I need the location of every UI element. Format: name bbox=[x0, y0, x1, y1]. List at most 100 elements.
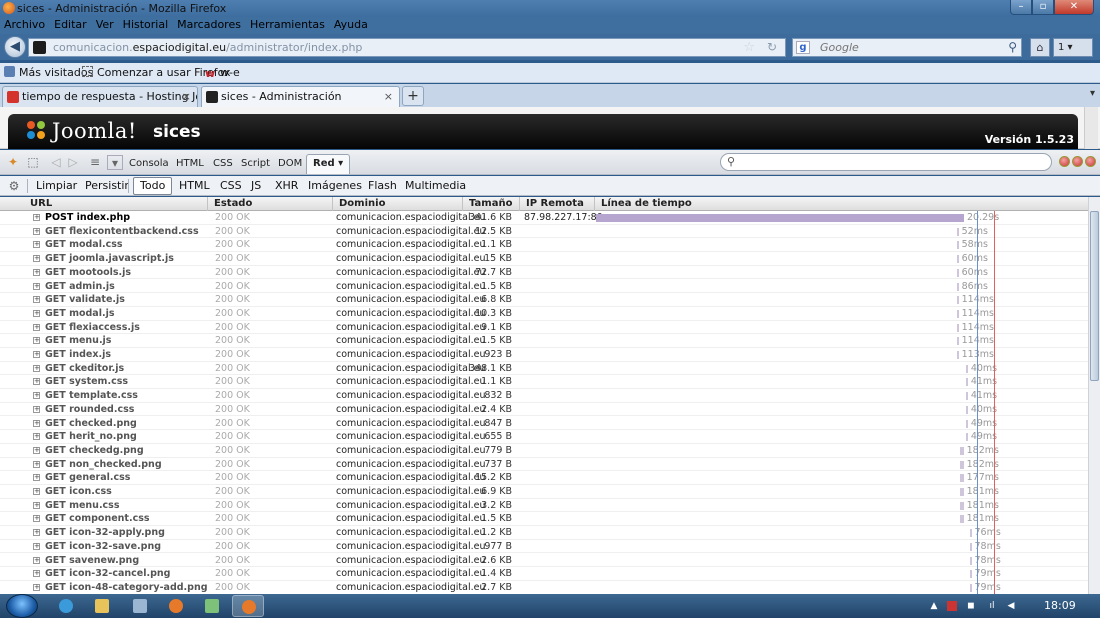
google-icon[interactable]: g bbox=[796, 41, 810, 54]
firebug-icon[interactable]: ✦ bbox=[5, 155, 21, 170]
page-scrollbar[interactable] bbox=[1084, 107, 1098, 149]
tray-flag-icon[interactable] bbox=[947, 601, 957, 611]
expand-row-icon[interactable]: + bbox=[33, 309, 40, 317]
list-icon[interactable]: ≡ bbox=[87, 155, 103, 170]
dropdown-icon[interactable]: ▾ bbox=[107, 155, 123, 170]
filter-html[interactable]: HTML bbox=[179, 179, 210, 192]
bookmark-w-e[interactable]: w w-e bbox=[205, 66, 240, 80]
forward-arrow-icon[interactable]: ▷ bbox=[65, 155, 81, 170]
column-estado[interactable]: Estado bbox=[208, 197, 333, 211]
net-request-row[interactable]: + GET admin.js 200 OK comunicacion.espaciod… bbox=[0, 280, 1088, 294]
expand-row-icon[interactable]: + bbox=[33, 460, 40, 468]
expand-row-icon[interactable]: + bbox=[33, 515, 40, 523]
url-text[interactable]: comunicacion.espaciodigital.eu/administr… bbox=[53, 41, 362, 54]
expand-row-icon[interactable]: + bbox=[33, 570, 40, 578]
net-request-row[interactable]: + GET modal.css 200 OK comunicacion.espacio… bbox=[0, 238, 1088, 253]
taskbar-explorer[interactable] bbox=[86, 595, 118, 617]
extension-button[interactable]: 1 ▾ bbox=[1053, 38, 1093, 57]
expand-row-icon[interactable]: + bbox=[33, 392, 40, 400]
panel-red[interactable]: Red ▾ bbox=[306, 154, 351, 174]
scrollbar-thumb[interactable] bbox=[1090, 211, 1099, 381]
search-bar[interactable]: g ⚲ bbox=[792, 38, 1022, 57]
inspect-icon[interactable]: ⬚ bbox=[25, 155, 41, 170]
net-request-row[interactable]: + GET modal.js 200 OK comunicacion.espaciod… bbox=[0, 307, 1088, 321]
search-icon[interactable]: ⚲ bbox=[1008, 40, 1017, 54]
expand-row-icon[interactable]: + bbox=[33, 433, 40, 441]
menu-historial[interactable]: Historial bbox=[123, 17, 168, 34]
back-arrow-icon[interactable]: ◁ bbox=[48, 155, 64, 170]
menu-ayuda[interactable]: Ayuda bbox=[334, 17, 368, 34]
net-request-row[interactable]: + GET flexicontentbackend.css 200 OK comuni… bbox=[0, 225, 1088, 239]
expand-row-icon[interactable]: + bbox=[33, 474, 40, 482]
net-request-row[interactable]: + GET icon.css 200 OK comunicacion.espaciod… bbox=[0, 485, 1088, 499]
net-request-row[interactable]: + GET icon-32-apply.png 200 OK comunicacion… bbox=[0, 526, 1088, 540]
taskbar-firefox-pinned[interactable] bbox=[160, 595, 192, 617]
minimize-firebug-icon[interactable] bbox=[1059, 156, 1070, 167]
options-icon[interactable]: ⚙ bbox=[6, 179, 22, 194]
expand-row-icon[interactable]: + bbox=[33, 378, 40, 386]
panel-css[interactable]: CSS bbox=[213, 158, 233, 169]
panel-html[interactable]: HTML bbox=[176, 158, 204, 169]
expand-row-icon[interactable]: + bbox=[33, 542, 40, 550]
net-request-row[interactable]: + GET savenew.png 200 OK comunicacion.espac… bbox=[0, 554, 1088, 568]
column-ip-remota[interactable]: IP Remota bbox=[520, 197, 595, 211]
expand-row-icon[interactable]: + bbox=[33, 556, 40, 564]
expand-row-icon[interactable]: + bbox=[33, 488, 40, 495]
filter-flash[interactable]: Flash bbox=[368, 179, 397, 192]
start-button[interactable] bbox=[6, 594, 38, 618]
close-firebug-icon[interactable] bbox=[1085, 156, 1096, 167]
menu-archivo[interactable]: Archivo bbox=[4, 17, 45, 34]
filter-xhr[interactable]: XHR bbox=[275, 179, 298, 192]
net-request-row[interactable]: + GET template.css 200 OK comunicacion.espa… bbox=[0, 389, 1088, 403]
filter-limpiar[interactable]: Limpiar bbox=[36, 179, 77, 192]
expand-row-icon[interactable]: + bbox=[33, 323, 40, 331]
volume-icon[interactable]: ◀ bbox=[1006, 601, 1016, 611]
filter-css[interactable]: CSS bbox=[220, 179, 242, 192]
net-request-row[interactable]: + GET non_checked.png 200 OK comunicacion.e… bbox=[0, 458, 1088, 472]
list-tabs-icon[interactable]: ▾ bbox=[1090, 88, 1095, 99]
expand-row-icon[interactable]: + bbox=[33, 296, 40, 304]
filter-todo[interactable]: Todo bbox=[133, 177, 173, 195]
back-button[interactable]: ◀ bbox=[4, 36, 26, 58]
net-request-row[interactable]: + GET component.css 200 OK comunicacion.esp… bbox=[0, 512, 1088, 527]
tab-tiempo-de-respuesta[interactable]: tiempo de respuesta - Hosting Joomla × bbox=[2, 86, 198, 107]
expand-row-icon[interactable]: + bbox=[33, 351, 40, 358]
panel-consola[interactable]: Consola bbox=[129, 158, 169, 169]
taskbar-firefox-active[interactable] bbox=[232, 595, 264, 617]
search-input[interactable] bbox=[820, 40, 1000, 55]
detach-firebug-icon[interactable] bbox=[1072, 156, 1083, 167]
net-request-row[interactable]: + GET menu.css 200 OK comunicacion.espaciod… bbox=[0, 499, 1088, 513]
bookmark-star-icon[interactable]: ☆ bbox=[743, 40, 755, 55]
panel-dom[interactable]: DOM bbox=[278, 158, 302, 169]
net-request-row[interactable]: + GET rounded.css 200 OK comunicacion.espac… bbox=[0, 403, 1088, 417]
net-request-row[interactable]: + GET ckeditor.js 200 OK comunicacion.espac… bbox=[0, 362, 1088, 376]
column-dominio[interactable]: Dominio bbox=[333, 197, 463, 211]
column-tamano[interactable]: Tamaño bbox=[463, 197, 520, 211]
column-linea-de-tiempo[interactable]: Línea de tiempo bbox=[595, 197, 1088, 211]
network-icon[interactable]: ıl bbox=[987, 601, 997, 611]
close-window-button[interactable]: ✕ bbox=[1054, 0, 1094, 15]
net-list-scrollbar[interactable] bbox=[1088, 197, 1100, 594]
menu-herramientas[interactable]: Herramientas bbox=[250, 17, 325, 34]
net-request-row[interactable]: + GET herit_no.png 200 OK comunicacion.espa… bbox=[0, 430, 1088, 444]
panel-script[interactable]: Script bbox=[241, 158, 270, 169]
net-request-row[interactable]: + GET icon-32-cancel.png 200 OK comunicacio… bbox=[0, 567, 1088, 581]
net-request-row[interactable]: + POST index.php 200 OK comunicacion.espaci… bbox=[0, 211, 1088, 225]
tab-sices-administracion[interactable]: sices - Administración × bbox=[201, 86, 400, 107]
taskbar-clock[interactable]: 18:09 bbox=[1044, 599, 1076, 612]
net-request-row[interactable]: + GET general.css 200 OK comunicacion.espac… bbox=[0, 471, 1088, 485]
net-request-row[interactable]: + GET system.css 200 OK comunicacion.espaci… bbox=[0, 375, 1088, 390]
taskbar-ie[interactable] bbox=[50, 595, 82, 617]
tray-app-icon[interactable]: ◼ bbox=[966, 601, 976, 611]
taskbar-app-2[interactable] bbox=[196, 595, 228, 617]
filter-imagenes[interactable]: Imágenes bbox=[308, 179, 362, 192]
tray-expand-icon[interactable]: ▲ bbox=[929, 601, 939, 611]
menu-ver[interactable]: Ver bbox=[96, 17, 114, 34]
expand-row-icon[interactable]: + bbox=[33, 405, 40, 413]
bookmark-mas-visitados[interactable]: Más visitados bbox=[4, 66, 93, 79]
filter-multimedia[interactable]: Multimedia bbox=[405, 179, 466, 192]
firebug-search-input[interactable] bbox=[743, 155, 1043, 169]
maximize-button[interactable]: ▫ bbox=[1032, 0, 1054, 15]
net-request-row[interactable]: + GET index.js 200 OK comunicacion.espaciod… bbox=[0, 348, 1088, 362]
expand-row-icon[interactable]: + bbox=[33, 214, 40, 221]
